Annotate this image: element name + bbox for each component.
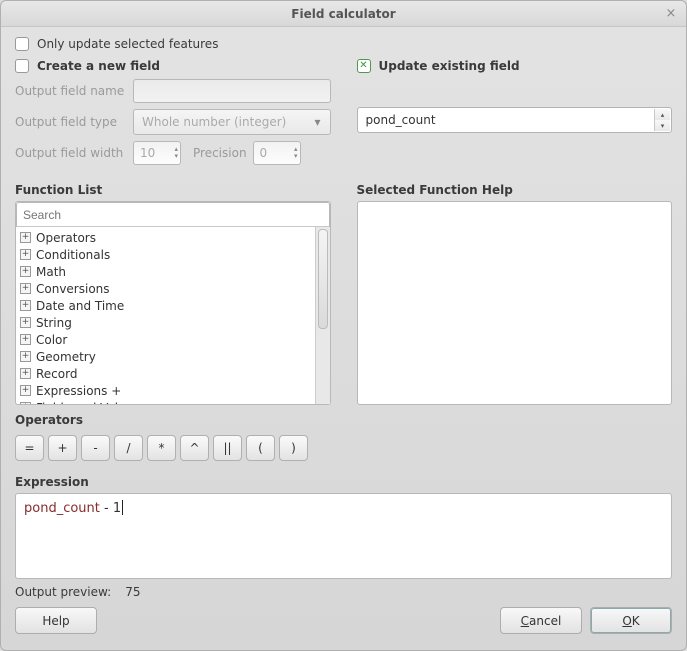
text-cursor [122, 500, 123, 515]
output-field-width-label: Output field width [15, 146, 127, 160]
function-search-input[interactable] [16, 202, 330, 227]
tree-item-label: Conditionals [36, 248, 110, 262]
output-field-width-value: 10 [140, 146, 155, 160]
operator-button[interactable]: ( [246, 435, 275, 461]
operator-buttons-row: =+-/*^||() [15, 435, 672, 461]
create-new-field-checkbox[interactable] [15, 59, 29, 73]
operators-heading: Operators [15, 413, 672, 427]
tree-item[interactable]: + Conversions [16, 280, 315, 297]
operator-button[interactable]: ^ [180, 435, 209, 461]
operator-button[interactable]: / [114, 435, 143, 461]
chevron-down-icon: ▾ [294, 153, 298, 160]
tree-item[interactable]: + Math [16, 263, 315, 280]
output-preview-label: Output preview: [15, 585, 111, 599]
titlebar: Field calculator × [1, 1, 686, 27]
help-button[interactable]: Help [15, 607, 97, 634]
precision-spinner: 0 ▴▾ [253, 141, 301, 165]
tree-item-label: Expressions + [36, 384, 121, 398]
function-list-panel: + Operators + Conditionals + Math + Conversions… [15, 201, 331, 405]
precision-value: 0 [260, 146, 268, 160]
expand-icon[interactable]: + [20, 266, 31, 277]
tree-item-label: Geometry [36, 350, 96, 364]
tree-item-label: Record [36, 367, 77, 381]
expression-editor[interactable]: pond_count - 1 [15, 493, 672, 579]
output-field-width-spinner: 10 ▴▾ [133, 141, 181, 165]
expression-heading: Expression [15, 475, 672, 489]
expand-icon[interactable]: + [20, 385, 31, 396]
operator-button[interactable]: || [213, 435, 242, 461]
output-field-name-input [133, 79, 331, 103]
tree-item-label: Date and Time [36, 299, 124, 313]
window-title: Field calculator [291, 7, 395, 21]
operator-button[interactable]: * [147, 435, 176, 461]
tree-item[interactable]: + Color [16, 331, 315, 348]
only-update-selected-checkbox[interactable] [15, 37, 29, 51]
output-field-type-label: Output field type [15, 115, 127, 129]
tree-item[interactable]: + Expressions + [16, 382, 315, 399]
tree-item-label: Color [36, 333, 67, 347]
ok-button[interactable]: OK [590, 607, 672, 634]
tree-item[interactable]: + Record [16, 365, 315, 382]
function-help-heading: Selected Function Help [357, 183, 673, 197]
precision-label: Precision [193, 146, 247, 160]
tree-item-label: Operators [36, 231, 96, 245]
tree-item-label: String [36, 316, 72, 330]
chevron-down-icon: ▾ [310, 115, 326, 129]
output-field-name-label: Output field name [15, 84, 127, 98]
scrollbar[interactable] [315, 227, 330, 404]
expand-icon[interactable]: + [20, 317, 31, 328]
function-list-heading: Function List [15, 183, 331, 197]
expression-text: - 1 [100, 501, 121, 516]
tree-item[interactable]: + Date and Time [16, 297, 315, 314]
expand-icon[interactable]: + [20, 368, 31, 379]
expand-icon[interactable]: + [20, 300, 31, 311]
tree-item-label: Math [36, 265, 66, 279]
update-field-value: pond_count [366, 113, 436, 127]
chevron-down-icon: ▾ [174, 153, 178, 160]
expand-icon[interactable]: + [20, 351, 31, 362]
update-existing-field-label: Update existing field [379, 59, 520, 73]
output-field-type-value: Whole number (integer) [142, 115, 286, 129]
tree-item-label: Fields and Values [36, 401, 139, 405]
operator-button[interactable]: ) [279, 435, 308, 461]
function-tree[interactable]: + Operators + Conditionals + Math + Conversions… [16, 227, 315, 404]
function-help-panel [357, 201, 673, 405]
update-field-select[interactable]: pond_count ▴ ▾ [357, 107, 673, 133]
output-preview-value: 75 [125, 585, 140, 599]
output-field-type-select: Whole number (integer) ▾ [133, 109, 331, 135]
tree-item[interactable]: + Conditionals [16, 246, 315, 263]
expand-icon[interactable]: + [20, 402, 31, 404]
close-icon[interactable]: × [662, 5, 680, 23]
tree-item-label: Conversions [36, 282, 110, 296]
tree-item[interactable]: + Fields and Values [16, 399, 315, 404]
expand-icon[interactable]: + [20, 249, 31, 260]
tree-item[interactable]: + Geometry [16, 348, 315, 365]
only-update-selected-label: Only update selected features [37, 37, 218, 51]
expand-icon[interactable]: + [20, 334, 31, 345]
tree-item[interactable]: + Operators [16, 229, 315, 246]
scrollbar-thumb[interactable] [318, 229, 328, 329]
chevron-up-icon[interactable]: ▴ [655, 109, 670, 120]
expand-icon[interactable]: + [20, 232, 31, 243]
operator-button[interactable]: - [81, 435, 110, 461]
chevron-down-icon[interactable]: ▾ [655, 120, 670, 131]
cancel-button[interactable]: Cancel [500, 607, 582, 634]
operator-button[interactable]: + [48, 435, 77, 461]
field-calculator-dialog: Field calculator × Only update selected … [0, 0, 687, 651]
update-existing-field-checkbox[interactable] [357, 59, 371, 73]
expression-field-token: pond_count [24, 501, 100, 516]
expand-icon[interactable]: + [20, 283, 31, 294]
create-new-field-label: Create a new field [37, 59, 160, 73]
tree-item[interactable]: + String [16, 314, 315, 331]
operator-button[interactable]: = [15, 435, 44, 461]
